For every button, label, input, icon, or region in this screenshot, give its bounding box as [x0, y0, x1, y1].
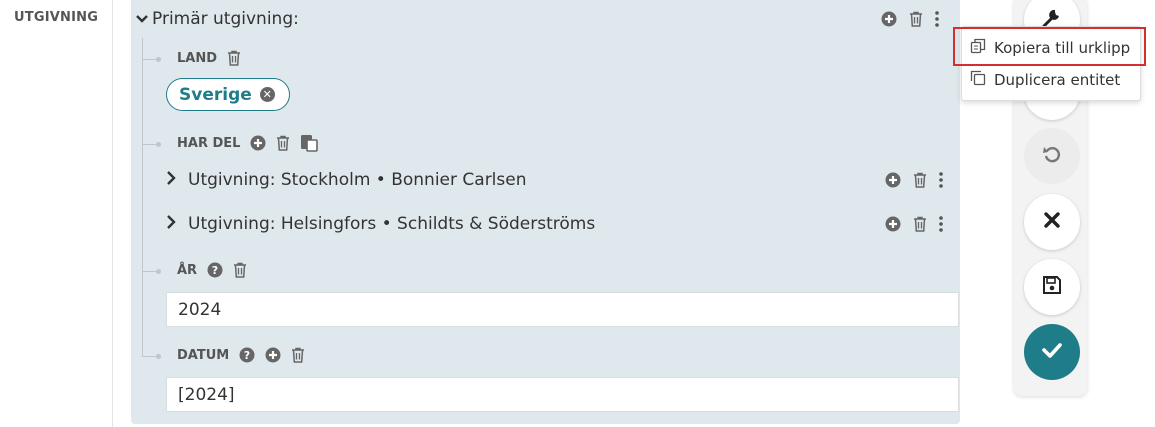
add-icon[interactable] — [265, 347, 281, 363]
trash-icon[interactable] — [913, 216, 927, 232]
undo-button[interactable] — [1024, 128, 1080, 184]
property-land: LAND — [177, 50, 241, 66]
trash-icon[interactable] — [913, 172, 927, 188]
more-vertical-icon[interactable] — [935, 11, 939, 27]
more-vertical-icon[interactable] — [939, 172, 943, 188]
linked-entity-row[interactable]: Utgivning: Helsingfors • Schildts & Söde… — [166, 214, 595, 234]
tree-dot — [156, 354, 161, 359]
svg-text:?: ? — [244, 349, 250, 362]
more-vertical-icon[interactable] — [939, 216, 943, 232]
property-label: ÅR — [177, 262, 198, 278]
help-icon[interactable]: ? — [239, 347, 255, 363]
property-ar: ÅR ? — [177, 262, 247, 278]
chevron-right-icon[interactable] — [166, 214, 182, 234]
trash-icon[interactable] — [291, 347, 305, 363]
confirm-button[interactable] — [1024, 324, 1080, 380]
undo-icon — [1042, 144, 1062, 168]
menu-item-duplicate[interactable]: Duplicera entitet — [970, 70, 1120, 90]
chevron-right-icon[interactable] — [166, 170, 182, 190]
property-datum: DATUM ? — [177, 347, 305, 363]
tree-dot — [156, 57, 161, 62]
add-icon[interactable] — [250, 135, 266, 151]
tree-dot — [156, 142, 161, 147]
divider — [112, 0, 113, 427]
entity-actions — [881, 11, 939, 27]
date-field[interactable]: [2024] — [166, 377, 959, 412]
linked-entity-label: Utgivning: Stockholm • Bonnier Carlsen — [188, 170, 527, 190]
chevron-down-icon[interactable] — [136, 9, 152, 29]
year-field[interactable]: 2024 — [166, 292, 959, 327]
land-chip[interactable]: Sverige ✕ — [166, 78, 290, 111]
svg-text:?: ? — [212, 264, 218, 277]
tree-line — [142, 38, 143, 356]
add-icon[interactable] — [885, 216, 901, 232]
trash-icon[interactable] — [276, 135, 290, 151]
entity-header[interactable]: Primär utgivning: — [136, 9, 299, 29]
duplicate-icon — [970, 70, 986, 90]
check-icon — [1041, 341, 1063, 363]
property-label: DATUM — [177, 347, 230, 363]
property-label: HAR DEL — [177, 135, 241, 151]
linked-entity-actions — [885, 172, 943, 188]
menu-item-label: Duplicera entitet — [994, 71, 1121, 89]
add-icon[interactable] — [885, 172, 901, 188]
highlight-box — [953, 27, 1146, 66]
save-button[interactable] — [1024, 259, 1080, 315]
chip-label: Sverige — [179, 84, 252, 105]
cancel-button[interactable] — [1024, 194, 1080, 250]
trash-icon[interactable] — [227, 50, 241, 66]
tree-dot — [156, 269, 161, 274]
section-label: UTGIVNING — [14, 10, 99, 25]
close-icon — [1044, 212, 1060, 232]
linked-entity-actions — [885, 216, 943, 232]
property-har-del: HAR DEL — [177, 134, 319, 152]
linked-entity-label: Utgivning: Helsingfors • Schildts & Söde… — [188, 214, 596, 234]
save-icon — [1042, 275, 1062, 299]
trash-icon[interactable] — [233, 262, 247, 278]
trash-icon[interactable] — [909, 11, 923, 27]
property-label: LAND — [177, 50, 218, 66]
entity-title: Primär utgivning: — [152, 9, 299, 29]
help-icon[interactable]: ? — [207, 262, 223, 278]
paste-icon[interactable] — [300, 134, 319, 152]
add-icon[interactable] — [881, 11, 897, 27]
linked-entity-row[interactable]: Utgivning: Stockholm • Bonnier Carlsen — [166, 170, 527, 190]
remove-chip-icon[interactable]: ✕ — [259, 87, 275, 102]
